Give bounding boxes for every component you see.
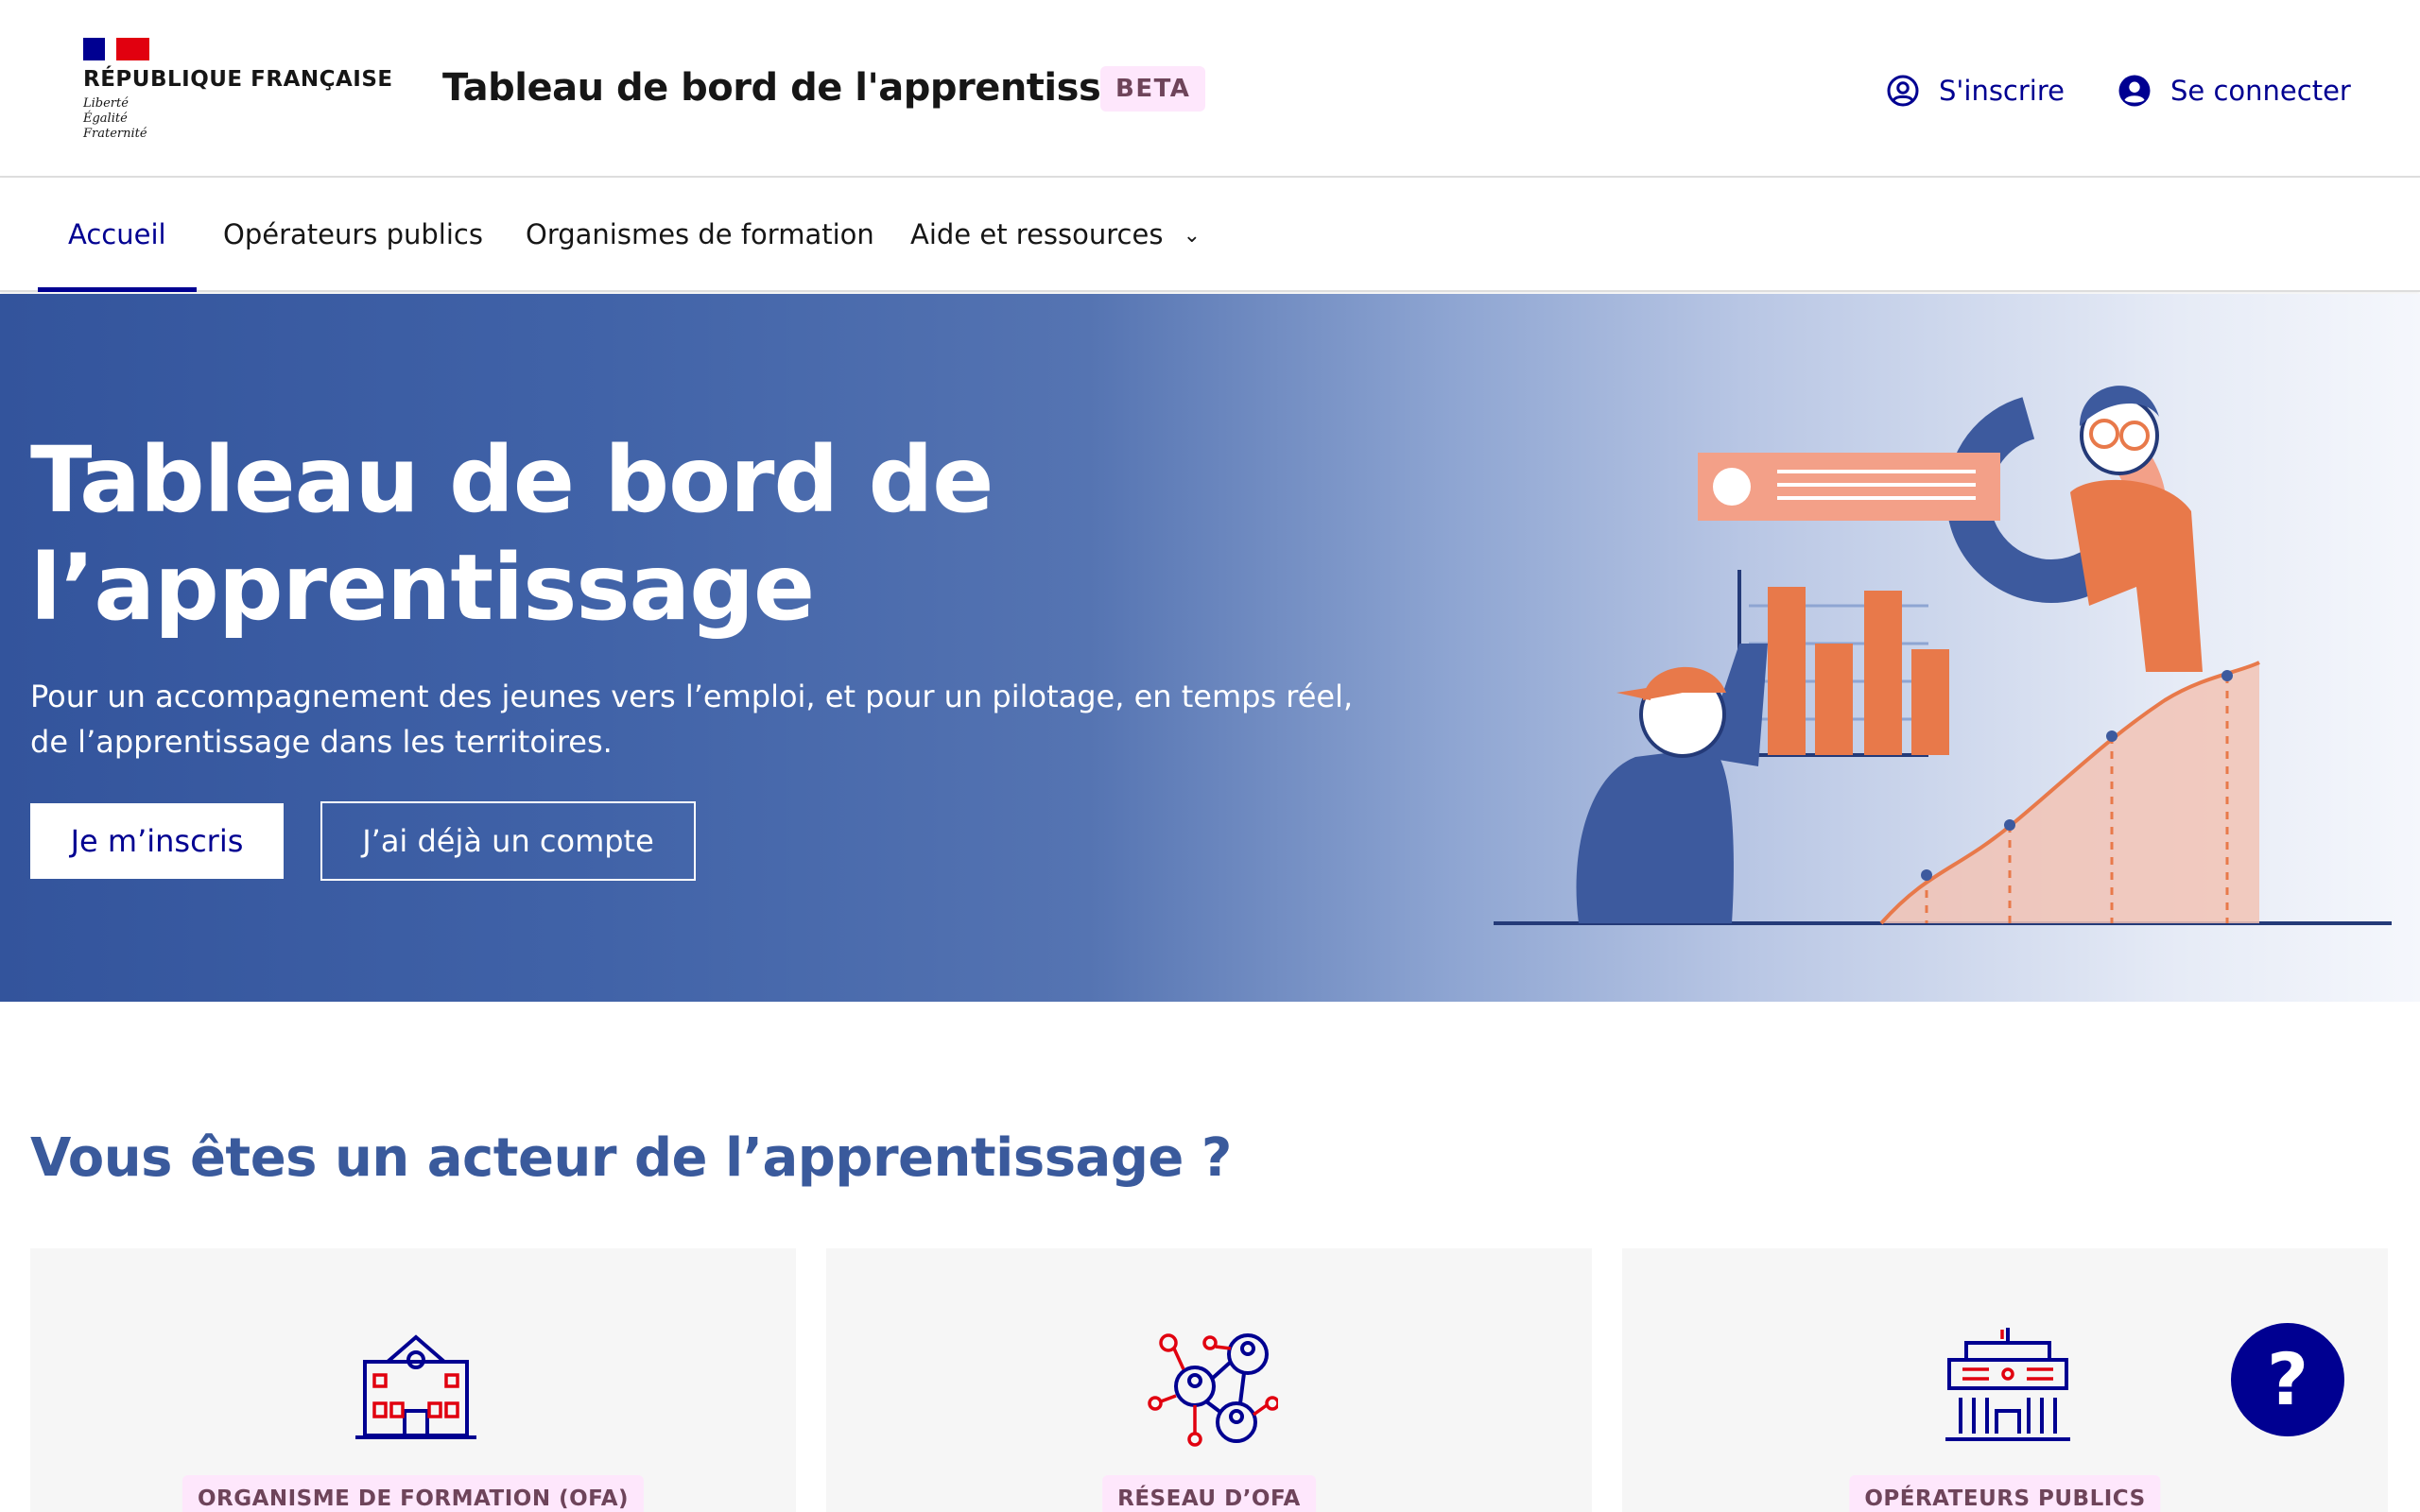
- republic-title: RÉPUBLIQUE FRANÇAISE: [83, 67, 393, 92]
- main-nav: Accueil Opérateurs publics Organismes de…: [0, 179, 2420, 292]
- header: RÉPUBLIQUE FRANÇAISE Liberté Égalité Fra…: [0, 0, 2420, 179]
- nav-item-aide-label: Aide et ressources: [910, 218, 1164, 250]
- nav-item-aide-et-ressources[interactable]: Aide et ressources ⌄: [910, 179, 1201, 290]
- login-label: Se connecter: [2170, 75, 2351, 107]
- nav-item-accueil[interactable]: Accueil: [38, 179, 196, 292]
- nav-item-operateurs-publics[interactable]: Opérateurs publics: [223, 179, 483, 290]
- dashboard-illustration: [1494, 386, 2392, 925]
- marianne-flag-logo: [83, 38, 149, 60]
- card-badge: OPÉRATEURS PUBLICS: [1849, 1475, 2161, 1512]
- service-title[interactable]: Tableau de bord de l'apprentissage: [442, 66, 1178, 110]
- signup-link[interactable]: S'inscrire: [1886, 70, 2065, 112]
- help-button[interactable]: ?: [2231, 1323, 2344, 1436]
- actor-card-reseau-ofa[interactable]: RÉSEAU D’OFA: [826, 1248, 1592, 1512]
- hero-banner: Tableau de bord de l’apprentissage Pour …: [0, 294, 2420, 1002]
- nav-item-organismes-de-formation[interactable]: Organismes de formation: [526, 179, 874, 290]
- hero-subtitle: Pour un accompagnement des jeunes vers l…: [30, 679, 1354, 760]
- chevron-down-icon: ⌄: [1183, 224, 1201, 248]
- login-link[interactable]: Se connecter: [2118, 70, 2351, 112]
- card-badge: RÉSEAU D’OFA: [1102, 1475, 1316, 1512]
- hero-title: Tableau de bord de l’apprentissage: [30, 427, 994, 641]
- signup-button[interactable]: Je m’inscris: [30, 803, 284, 879]
- user-circle-icon: [1887, 75, 1919, 107]
- header-top: RÉPUBLIQUE FRANÇAISE Liberté Égalité Fra…: [0, 0, 2420, 178]
- account-circle-icon: [2118, 75, 2151, 107]
- login-button[interactable]: J’ai déjà un compte: [320, 801, 696, 881]
- public-building-icon: [1945, 1328, 2070, 1441]
- actors-section-title: Vous êtes un acteur de l’apprentissage ?: [30, 1127, 1232, 1189]
- network-people-icon: [1148, 1333, 1278, 1447]
- beta-badge: BETA: [1100, 66, 1206, 112]
- signup-label: S'inscrire: [1939, 75, 2065, 107]
- card-badge: ORGANISME DE FORMATION (OFA): [182, 1475, 645, 1512]
- actor-card-ofa[interactable]: ORGANISME DE FORMATION (OFA): [30, 1248, 796, 1512]
- republic-motto: Liberté Égalité Fraternité: [83, 96, 147, 141]
- school-building-icon: [355, 1334, 476, 1439]
